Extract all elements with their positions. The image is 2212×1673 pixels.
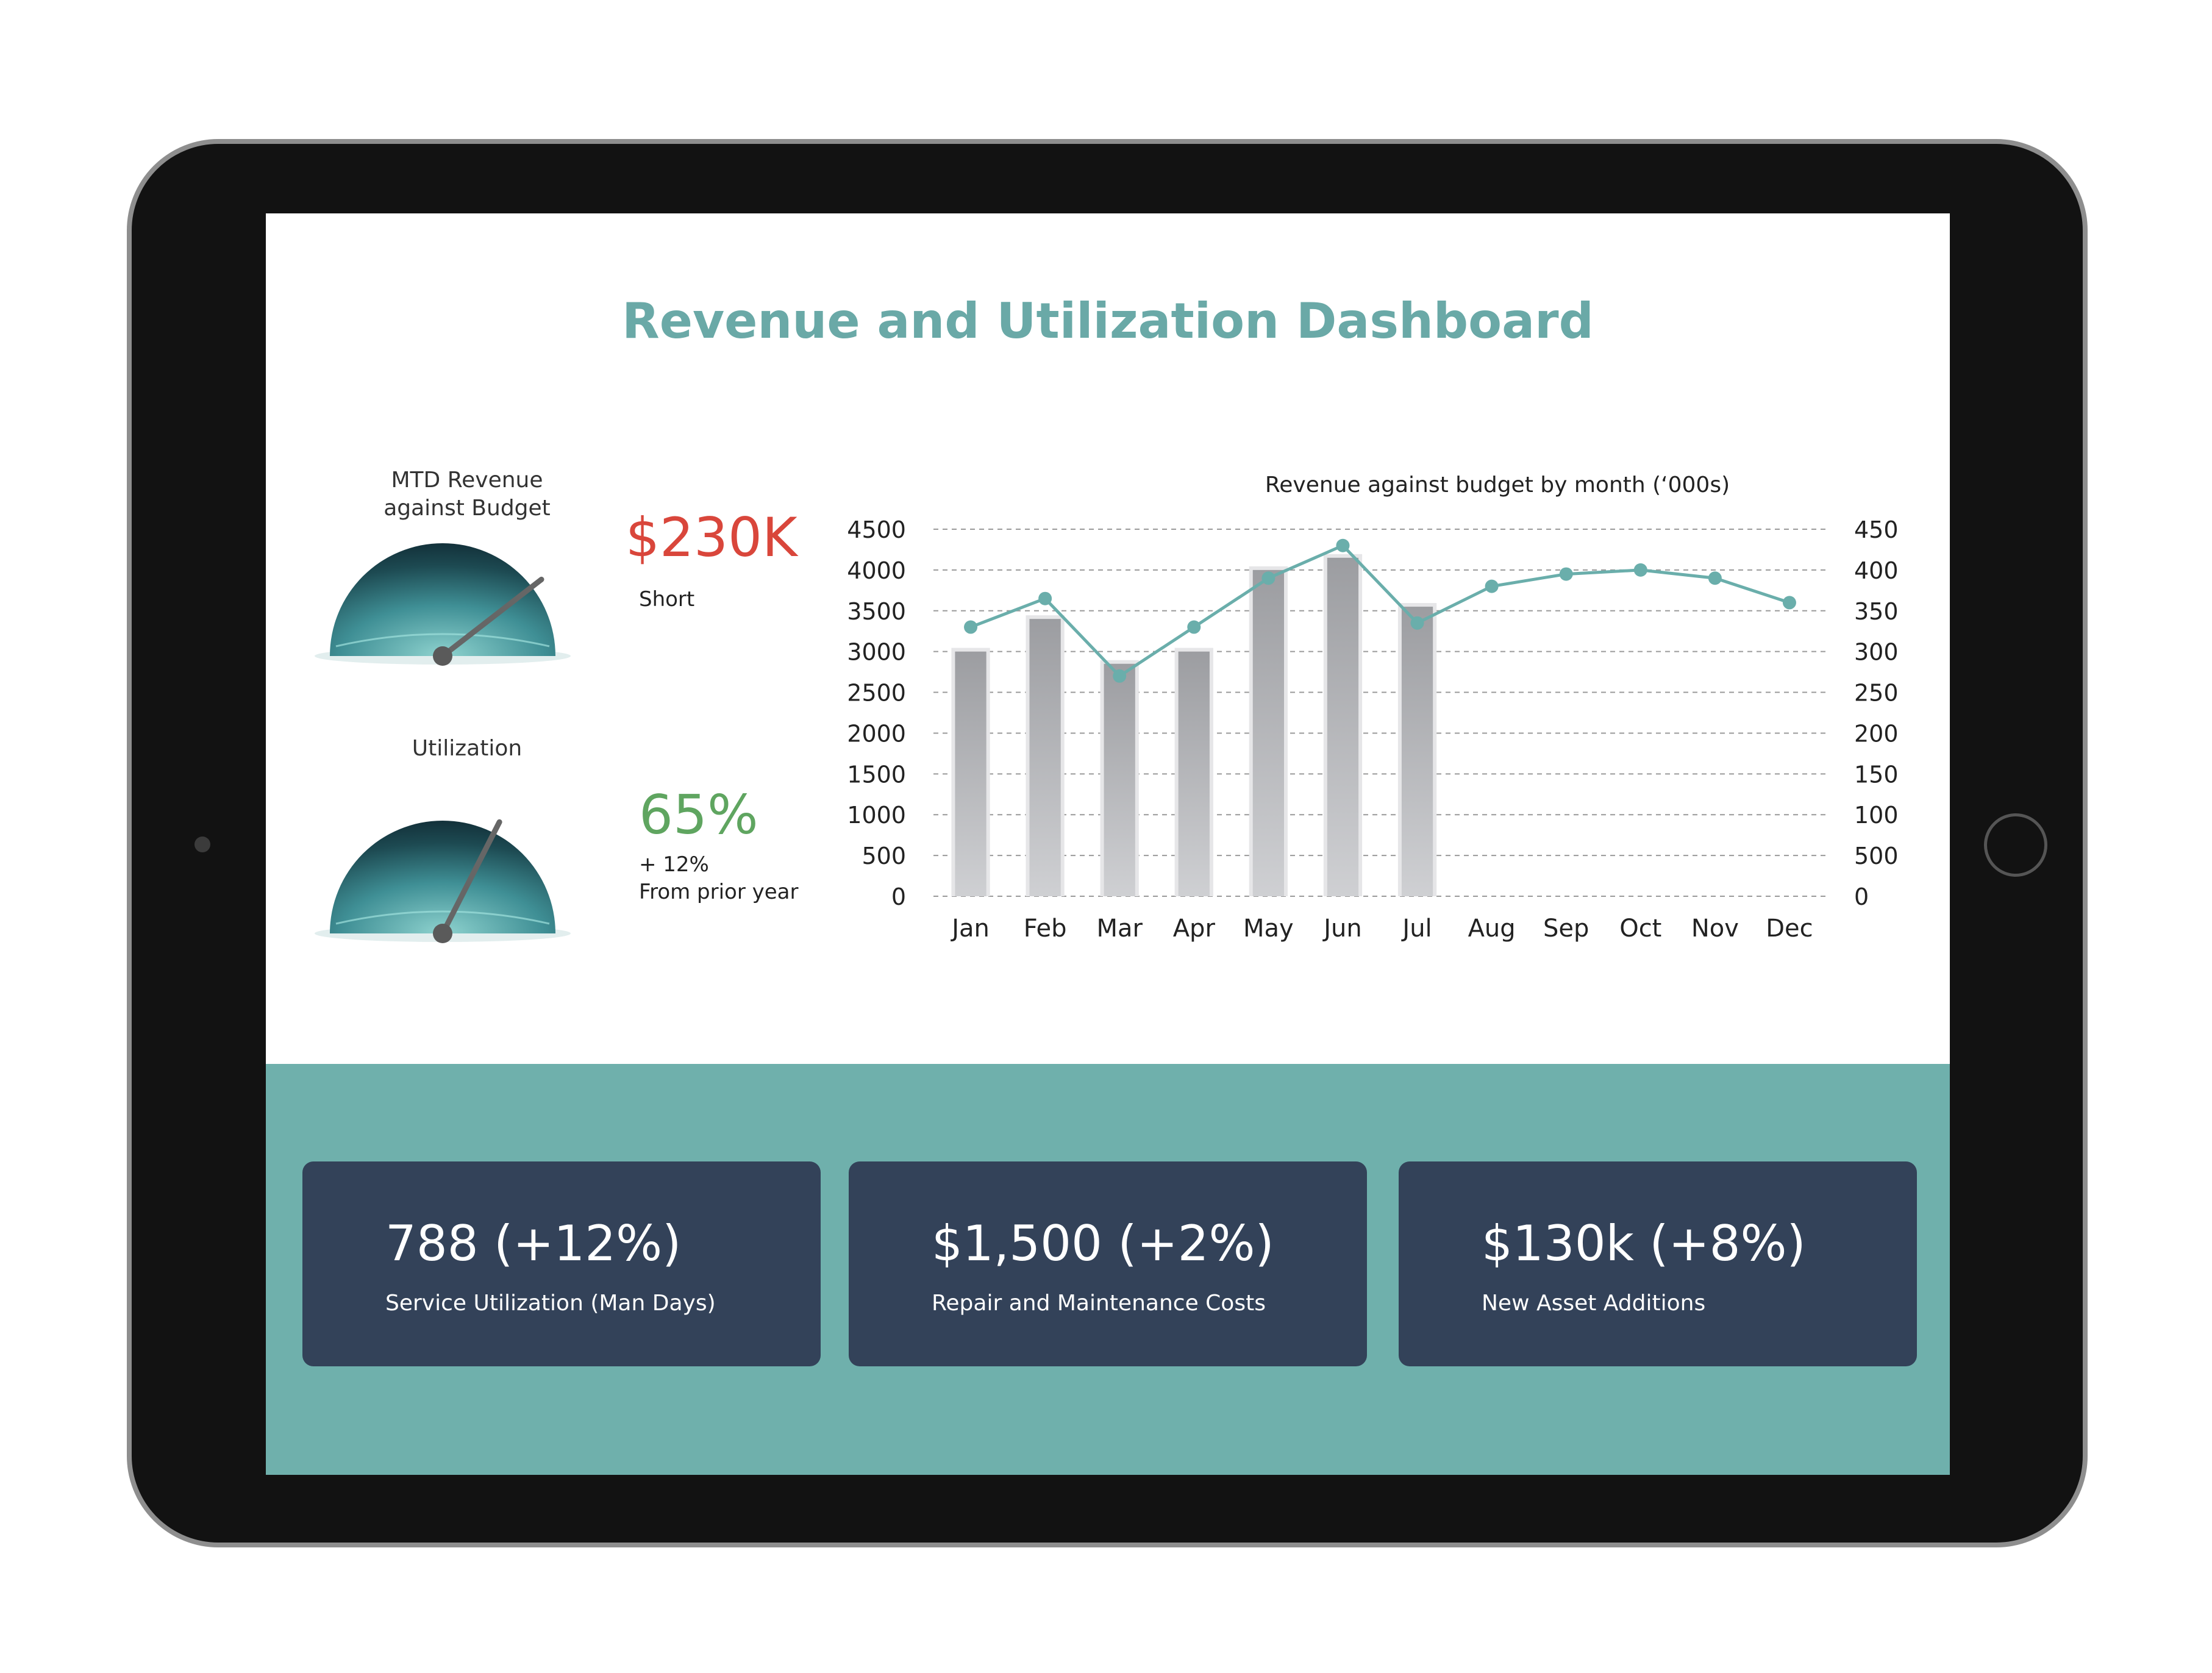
revenue-caption: Short <box>639 587 695 612</box>
kpi-label: Service Utilization (Man Days) <box>385 1291 716 1316</box>
bar <box>1252 569 1285 896</box>
line-point <box>1485 579 1499 593</box>
line-point <box>1633 563 1647 577</box>
y2-tick-label: 1500 <box>1854 761 1900 788</box>
gauge-pivot <box>433 924 452 943</box>
gauge-dial <box>330 543 555 656</box>
x-tick-label: Nov <box>1691 915 1739 943</box>
line-point <box>1187 620 1201 634</box>
line-point <box>1782 596 1796 610</box>
y-tick-label: 4000 <box>847 557 906 584</box>
home-button[interactable] <box>1984 813 2047 877</box>
revenue-gauge-label-line2: against Budget <box>384 496 551 521</box>
line-point <box>1336 538 1350 552</box>
kpi-value: 788 (+12%) <box>385 1215 682 1272</box>
y2-tick-label: 2000 <box>1854 720 1900 747</box>
kpi-label: Repair and Maintenance Costs <box>932 1291 1266 1316</box>
y2-tick-label: 3500 <box>1854 598 1900 625</box>
revenue-chart: 0 500 1000 1500 2000 2500 3000 3500 4000 4500 0 500… <box>847 516 1900 943</box>
x-tick-label: Jun <box>1322 915 1362 943</box>
y-tick-label: 3500 <box>847 598 906 625</box>
y2-tick-label: 2500 <box>1854 680 1900 707</box>
bar <box>1401 607 1433 896</box>
x-tick-label: Jan <box>950 915 990 943</box>
y-tick-label: 1500 <box>847 761 906 788</box>
x-tick-label: Dec <box>1766 915 1813 943</box>
kpi-label: New Asset Additions <box>1482 1291 1706 1316</box>
bar <box>1029 619 1061 896</box>
line-point <box>964 620 978 634</box>
utilization-gauge <box>315 819 571 943</box>
utilization-value: 65% <box>639 783 758 846</box>
kpi-value: $130k (+8%) <box>1482 1215 1806 1272</box>
utilization-change: + 12% <box>639 852 709 877</box>
y-tick-label: 0 <box>891 883 906 910</box>
revenue-gauge <box>315 543 571 666</box>
y-tick-label: 4500 <box>847 516 906 543</box>
camera-dot <box>194 836 210 852</box>
y2-tick-label: 3000 <box>1854 639 1900 666</box>
revenue-value: $230K <box>626 506 797 569</box>
y2-tick-label: 0 <box>1854 883 1869 910</box>
dashboard-screen: Revenue and Utilization Dashboard MTD Re… <box>266 213 1950 1475</box>
y2-tick-label: 4500 <box>1854 516 1900 543</box>
x-tick-label: Mar <box>1096 915 1143 943</box>
x-tick-label: Apr <box>1173 915 1216 943</box>
kpi-card-new-assets: $130k (+8%) New Asset Additions <box>1399 1161 1917 1366</box>
y2-tick-label: 500 <box>1854 843 1899 869</box>
y-tick-label: 2000 <box>847 720 906 747</box>
x-tick-label: Sep <box>1543 915 1589 943</box>
line-point <box>1559 567 1573 581</box>
x-tick-label: Feb <box>1024 915 1067 943</box>
utilization-caption: From prior year <box>639 880 799 904</box>
x-tick-label: Jul <box>1400 915 1432 943</box>
y-tick-label: 500 <box>862 843 906 869</box>
utilization-gauge-label: Utilization <box>412 736 523 761</box>
y-tick-label: 2500 <box>847 680 906 707</box>
kpi-band: 788 (+12%) Service Utilization (Man Days… <box>266 1064 1950 1475</box>
line-point <box>1038 591 1052 605</box>
line-point <box>1113 669 1127 683</box>
gauge-pivot <box>433 646 452 666</box>
line-point <box>1261 571 1275 585</box>
kpi-value: $1,500 (+2%) <box>932 1215 1274 1272</box>
line-point <box>1410 616 1424 630</box>
revenue-gauge-label: MTD Revenue against Budget <box>363 466 571 523</box>
kpi-card-service-utilization: 788 (+12%) Service Utilization (Man Days… <box>302 1161 821 1366</box>
bar <box>1104 663 1135 896</box>
gauge-dial <box>330 821 555 933</box>
x-tick-label: May <box>1243 915 1294 943</box>
line-point <box>1708 571 1722 585</box>
y-tick-label: 1000 <box>847 802 906 829</box>
bar <box>1327 557 1359 896</box>
x-tick-label: Oct <box>1619 915 1661 943</box>
chart-title: Revenue against budget by month (‘000s) <box>1265 473 1730 498</box>
kpi-card-repair-costs: $1,500 (+2%) Repair and Maintenance Cost… <box>849 1161 1367 1366</box>
y2-tick-label: 1000 <box>1854 802 1900 829</box>
bar <box>955 651 986 896</box>
x-tick-label: Aug <box>1468 915 1516 943</box>
bar <box>1178 651 1210 896</box>
page-title: Revenue and Utilization Dashboard <box>622 293 1594 349</box>
revenue-gauge-label-line1: MTD Revenue <box>391 468 543 493</box>
y-tick-label: 3000 <box>847 639 906 666</box>
y2-tick-label: 4000 <box>1854 557 1900 584</box>
